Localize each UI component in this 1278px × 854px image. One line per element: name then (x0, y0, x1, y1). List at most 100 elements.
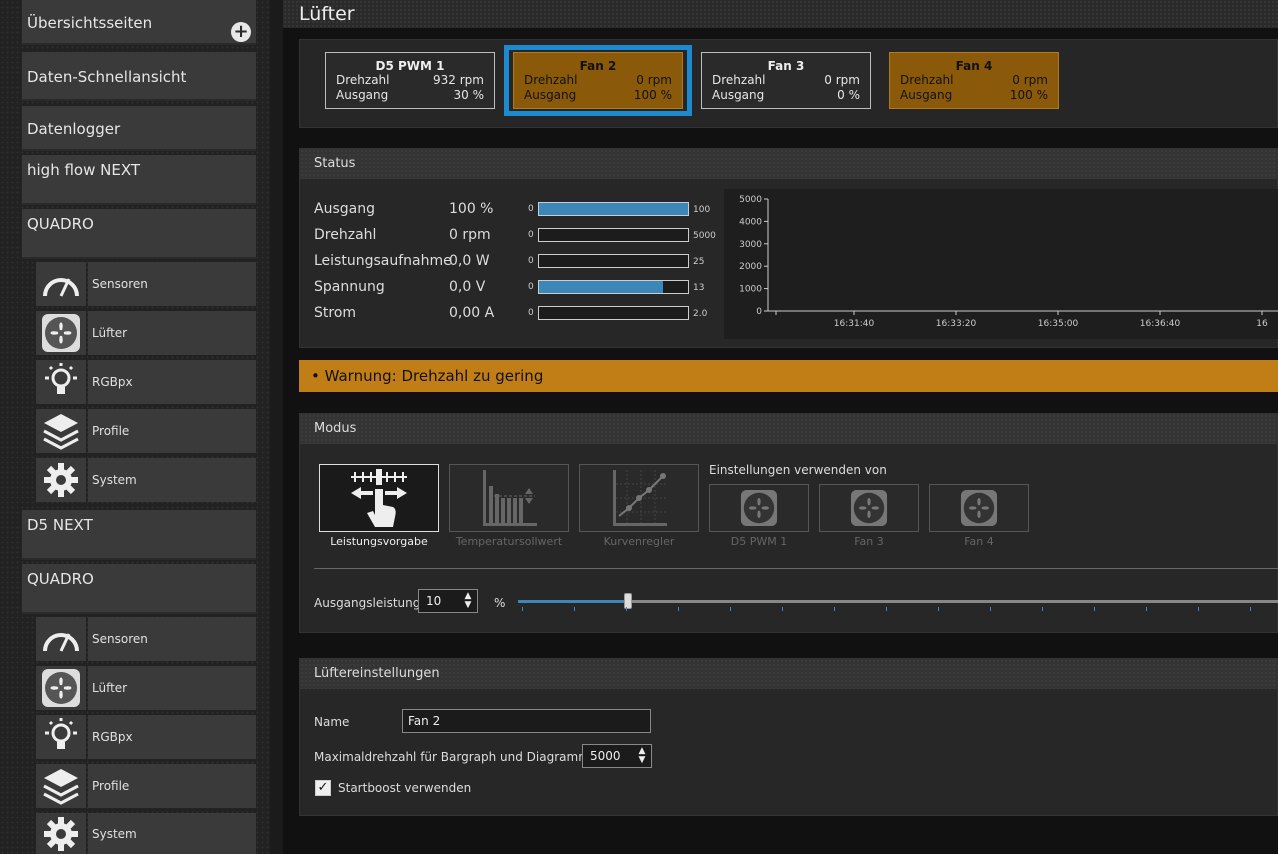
source-fan4-button[interactable] (929, 484, 1029, 532)
fan-card-output-label: Ausgang (712, 88, 765, 102)
sidebar-item-label: RGBpx (88, 360, 256, 404)
fan-card-fan2[interactable]: Fan 2 Drehzahl 0 rpm Ausgang 100 % (513, 52, 683, 109)
slider-tick (678, 607, 679, 611)
bar-target-icon (483, 470, 537, 526)
gauge-icon (36, 617, 86, 661)
startboost-checkbox[interactable]: ✓ (315, 780, 331, 796)
status-bar (538, 228, 689, 242)
status-bar (538, 202, 689, 216)
status-row-label: Drehzahl (314, 227, 377, 243)
output-power-slider[interactable] (518, 590, 1278, 620)
sidebar-item-logger[interactable]: Datenlogger (22, 106, 256, 151)
sidebar-item-quick-view[interactable]: Daten-Schnellansicht (22, 52, 256, 101)
fan-icon (36, 666, 86, 710)
sidebar-item-device-d5next[interactable]: D5 NEXT (22, 510, 256, 560)
graph-svg: 5000 4000 3000 2000 1000 0 16:31:40 16:33:20 16:… (739, 195, 1278, 329)
warning-banner: • Warnung: Drehzahl zu gering (299, 360, 1278, 392)
sidebar-item-system[interactable]: System (36, 458, 256, 502)
status-row-label: Leistungsaufnahme (314, 253, 452, 269)
fan-card-output-label: Ausgang (336, 88, 389, 102)
page-title: Lüfter (299, 3, 355, 25)
gauge-icon (36, 262, 86, 306)
sidebar-item-device-quadro[interactable]: QUADRO (22, 209, 256, 259)
status-bar-min: 0 (528, 282, 534, 292)
status-bar-min: 0 (528, 204, 534, 214)
sidebar-item-label: Lüfter (88, 311, 256, 355)
graph-x-tick: 16:31:40 (834, 319, 875, 329)
divider (314, 568, 1278, 569)
sidebar-item-label: System (88, 458, 256, 502)
slider-tick (886, 607, 887, 611)
gear-icon (36, 458, 86, 502)
stepper-arrows-icon[interactable]: ▲ ▼ (636, 747, 648, 765)
fan-icon (960, 489, 998, 527)
fan-card-fan3[interactable]: Fan 3 Drehzahl 0 rpm Ausgang 0 % (701, 52, 871, 109)
sidebar-item-sensors[interactable]: Sensoren (36, 262, 256, 306)
status-row-value: 0,0 V (449, 279, 486, 295)
fan-card-d5pwm1[interactable]: D5 PWM 1 Drehzahl 932 rpm Ausgang 30 % (325, 52, 495, 109)
mode-temperature-button[interactable] (449, 464, 569, 532)
max-speed-stepper[interactable]: 5000 ▲ ▼ (582, 744, 652, 768)
source-fan3-button[interactable] (819, 484, 919, 532)
status-row-label: Strom (314, 305, 357, 321)
sidebar-item-overview[interactable]: Übersichtsseiten + (22, 0, 256, 45)
slider-tick (1146, 607, 1147, 611)
curve-icon (613, 470, 667, 526)
mode-curve-label: Kurvenregler (603, 535, 675, 548)
fan-card-speed-label: Drehzahl (336, 73, 390, 87)
sidebar-item-fans[interactable]: Lüfter (36, 666, 256, 710)
slider-tick (1250, 607, 1251, 611)
sidebar-item-profiles[interactable]: Profile (36, 409, 256, 453)
sidebar-item-device-quadro-2[interactable]: QUADRO (22, 564, 256, 614)
fan-card-speed-label: Drehzahl (524, 73, 578, 87)
lightbulb-icon (36, 715, 86, 759)
name-field[interactable]: Fan 2 (402, 709, 651, 733)
status-bar-max: 5000 (693, 231, 716, 241)
source-d5pwm1-button[interactable] (709, 484, 809, 532)
sidebar-item-sensors[interactable]: Sensoren (36, 617, 256, 661)
sidebar-item-label: high flow NEXT (27, 161, 141, 179)
graph-y-tick: 1000 (739, 285, 762, 295)
fan-card-name: Fan 2 (579, 59, 617, 73)
fan-icon (36, 311, 86, 355)
sidebar-item-profiles[interactable]: Profile (36, 764, 256, 808)
graph-x-tick: 16 (1256, 319, 1268, 329)
fan-card-name: D5 PWM 1 (375, 59, 445, 73)
source-fan3-label: Fan 3 (854, 535, 884, 548)
sidebar-item-system[interactable]: System (36, 813, 256, 854)
slider-tick (1042, 607, 1043, 611)
graph-y-tick: 5000 (739, 195, 762, 205)
status-bar-max: 2.0 (693, 309, 708, 319)
sidebar-item-rgbpx[interactable]: RGBpx (36, 360, 256, 404)
graph-y-tick: 2000 (739, 262, 762, 272)
sidebar-item-rgbpx[interactable]: RGBpx (36, 715, 256, 759)
add-icon[interactable]: + (231, 22, 251, 42)
fan-card-speed: 0 rpm (1012, 73, 1048, 87)
main-content: Lüfter D5 PWM 1 Drehzahl 932 rpm Ausgang 3… (283, 0, 1278, 854)
output-power-value: 10 (426, 594, 442, 608)
source-fan4-label: Fan 4 (964, 535, 994, 548)
status-panel-title: Status (300, 149, 1277, 179)
page-header: Lüfter (283, 0, 1278, 28)
status-bar-min: 0 (528, 308, 534, 318)
fan-card-speed-label: Drehzahl (900, 73, 954, 87)
status-bar-min: 0 (528, 230, 534, 240)
mode-power-button[interactable] (319, 464, 439, 532)
sidebar-item-device-highflow[interactable]: high flow NEXT (22, 155, 256, 205)
sidebar-item-label: Profile (88, 764, 256, 808)
fan-card-output: 0 % (837, 88, 860, 102)
fan-settings-title: Lüftereinstellungen (300, 659, 1277, 689)
name-field-value: Fan 2 (408, 714, 441, 728)
max-speed-label: Maximaldrehzahl für Bargraph und Diagram… (314, 750, 590, 764)
mode-curve-button[interactable] (579, 464, 699, 532)
slider-tick (626, 607, 627, 611)
output-power-stepper[interactable]: 10 ▲ ▼ (418, 589, 478, 613)
stepper-arrows-icon[interactable]: ▲ ▼ (462, 592, 474, 610)
fan-card-fan4[interactable]: Fan 4 Drehzahl 0 rpm Ausgang 100 % (889, 52, 1059, 109)
mode-panel-title: Modus (300, 414, 1277, 444)
sidebar-item-label: Sensoren (88, 262, 256, 306)
fan-card-speed: 0 rpm (636, 73, 672, 87)
fan-settings-panel: Lüftereinstellungen Name Fan 2 Maximaldr… (299, 658, 1278, 816)
sidebar-item-fans[interactable]: Lüfter (36, 311, 256, 355)
output-power-label: Ausgangsleistung (314, 596, 421, 610)
